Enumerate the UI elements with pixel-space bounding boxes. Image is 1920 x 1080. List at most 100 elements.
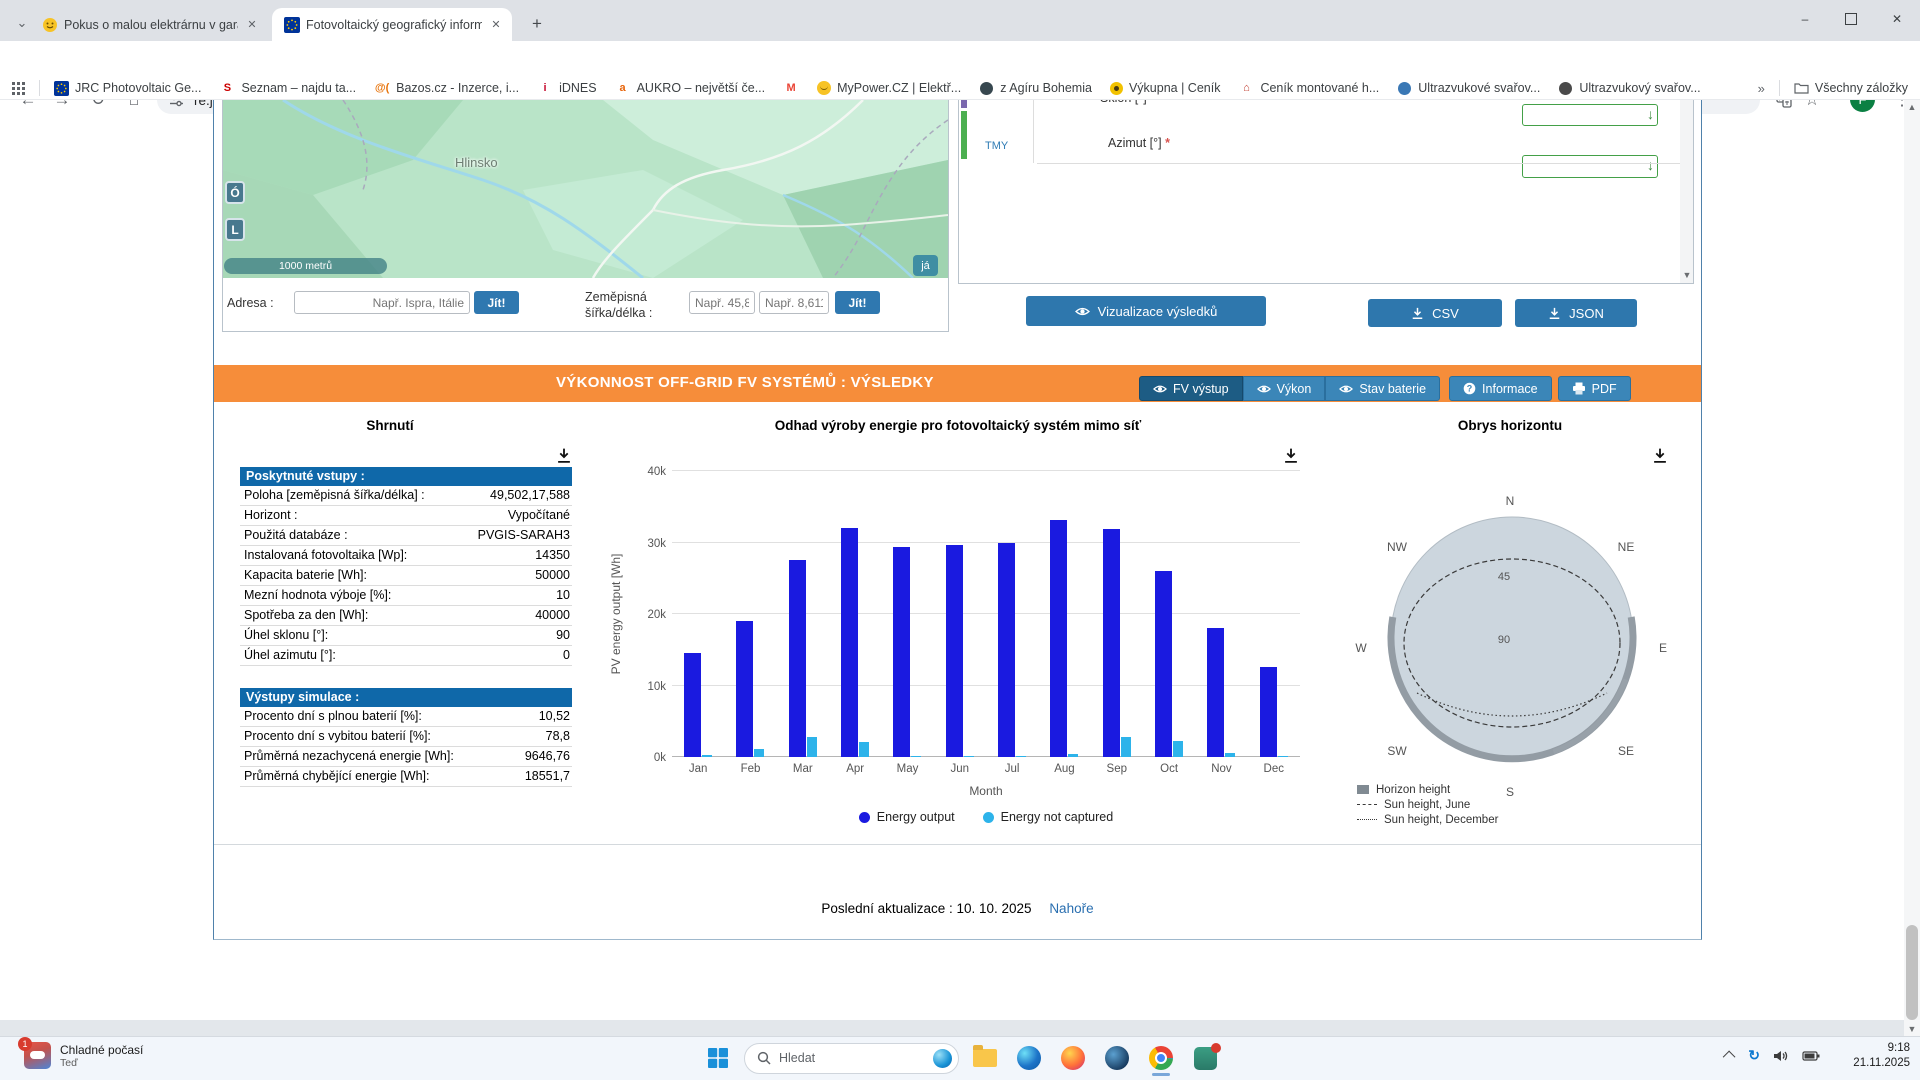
volume-icon[interactable]: [1773, 1049, 1789, 1063]
svg-text:?: ?: [1467, 384, 1473, 394]
chart-download-icon[interactable]: [1283, 447, 1299, 464]
divider: [1779, 80, 1780, 96]
scroll-up-icon[interactable]: ▲: [1904, 102, 1920, 112]
sync-icon[interactable]: ↻: [1748, 1047, 1760, 1064]
map-control-button-top[interactable]: Ó: [225, 181, 245, 204]
bookmark-item[interactable]: SSeznam – najdu ta...: [219, 80, 356, 96]
summary-value: 49,502,17,588: [490, 486, 570, 505]
summary-download-icon[interactable]: [556, 447, 572, 464]
form-scrollbar[interactable]: ▼: [1680, 100, 1693, 283]
summary-label: Průměrná chybějící energie [Wh]:: [244, 767, 430, 786]
tmy-label[interactable]: TMY: [985, 140, 1008, 152]
summary-value: Vypočítané: [508, 506, 570, 525]
visualize-results-button[interactable]: Vizualizace výsledků: [1026, 296, 1266, 326]
map[interactable]: [223, 100, 948, 278]
month-label: Mar: [777, 763, 829, 775]
latlon-label-line1: Zeměpisná: [585, 290, 647, 304]
address-input[interactable]: [294, 291, 470, 314]
scrollbar-thumb[interactable]: [1906, 925, 1918, 1020]
results-tab-pdf[interactable]: PDF: [1558, 376, 1631, 401]
form-divider-vertical: [1033, 100, 1034, 163]
slope-input[interactable]: ↓: [1522, 104, 1658, 126]
compass-label-e: E: [1659, 641, 1667, 655]
vertical-scrollbar[interactable]: ▲ ▼: [1904, 100, 1920, 1036]
all-bookmarks-button[interactable]: Všechny záložky: [1794, 81, 1908, 95]
scroll-down-icon[interactable]: ▼: [1904, 1024, 1920, 1034]
chrome-button[interactable]: [1143, 1040, 1179, 1076]
screen: { "browser": { "tabs": [ {"title": "Poku…: [0, 0, 1920, 1080]
results-tab-informace[interactable]: ?Informace: [1449, 376, 1552, 401]
results-title: VÝKONNOST OFF-GRID FV SYSTÉMŮ : VÝSLEDKY: [556, 374, 934, 391]
bookmark-item[interactable]: Ultrazvukový svařov...: [1558, 81, 1700, 95]
tab-close-icon[interactable]: ✕: [488, 17, 504, 33]
steam-button[interactable]: [1099, 1040, 1135, 1076]
csv-download-button[interactable]: CSV: [1368, 299, 1502, 327]
battery-icon[interactable]: [1802, 1050, 1820, 1062]
tab-inactive[interactable]: Pokus o malou elektrárnu v gara ✕: [30, 8, 268, 41]
maximize-button[interactable]: [1828, 0, 1874, 38]
bookmark-item[interactable]: Výkupna | Ceník: [1110, 81, 1221, 95]
sunflower-favicon: [1110, 82, 1123, 95]
month-label: May: [881, 763, 933, 775]
bookmark-item[interactable]: z Agíru Bohemia: [979, 81, 1092, 95]
clipped-field-label: Sklon [°] *: [1100, 100, 1320, 107]
edge-button[interactable]: [1011, 1040, 1047, 1076]
results-tab-fv-v-stup[interactable]: FV výstup: [1139, 376, 1243, 401]
energy-not-captured-bar: [1068, 754, 1078, 757]
taskbar-clock[interactable]: 9:18 21.11.2025: [1853, 1041, 1910, 1071]
bookmark-item[interactable]: aAUKRO – největší če...: [615, 80, 766, 96]
latitude-input[interactable]: [689, 291, 755, 314]
back-to-top-link[interactable]: Nahoře: [1049, 901, 1093, 916]
energy-output-bar: [1155, 571, 1172, 757]
bookmark-label: Bazos.cz - Inzerce, i...: [396, 81, 519, 95]
results-tab-label: Výkon: [1277, 382, 1312, 396]
close-button[interactable]: ✕: [1874, 0, 1920, 38]
month-bar-group: [1091, 471, 1143, 757]
energy-output-bar: [841, 528, 858, 757]
summary-row: Poloha [zeměpisná šířka/délka] :49,502,1…: [240, 486, 572, 506]
bookmark-item[interactable]: @(Bazos.cz - Inzerce, i...: [374, 80, 519, 96]
tab-close-icon[interactable]: ✕: [244, 17, 260, 33]
edge-icon: [1017, 1046, 1041, 1070]
file-explorer-button[interactable]: [967, 1040, 1003, 1076]
app-button-green[interactable]: [1187, 1040, 1223, 1076]
energy-not-captured-bar: [1225, 753, 1235, 757]
horizon-download-icon[interactable]: [1652, 447, 1668, 464]
bookmarks-overflow-icon[interactable]: »: [1758, 81, 1765, 96]
map-control-button-bottom[interactable]: L: [225, 218, 245, 241]
results-tab-v-kon[interactable]: Výkon: [1243, 376, 1326, 401]
apps-grid-icon[interactable]: [12, 82, 25, 95]
taskbar-tray: ↻: [1726, 1047, 1820, 1064]
longitude-input[interactable]: [759, 291, 829, 314]
search-placeholder: Hledat: [779, 1051, 925, 1065]
new-tab-button[interactable]: +: [524, 11, 550, 37]
summary-label: Horizont :: [244, 506, 298, 525]
azimuth-input[interactable]: ↓: [1522, 155, 1658, 178]
bookmark-item[interactable]: JRC Photovoltaic Ge...: [54, 81, 201, 96]
notification-dot: [1211, 1043, 1221, 1053]
minimize-button[interactable]: –: [1782, 0, 1828, 38]
horizon-legend-item: Horizon height: [1357, 782, 1498, 797]
search-highlights-icon[interactable]: [933, 1049, 952, 1068]
bookmark-item[interactable]: MyPower.CZ | Elektř...: [817, 81, 961, 95]
legend-sample-dashed: [1357, 804, 1377, 805]
results-tab-stav-baterie[interactable]: Stav baterie: [1325, 376, 1440, 401]
scroll-down-icon[interactable]: ▼: [1679, 270, 1695, 280]
bookmark-item[interactable]: ⌂Ceník montované h...: [1238, 80, 1379, 96]
taskbar-weather-widget[interactable]: 1 Chladné počasí Teď: [24, 1042, 143, 1069]
horizontal-scrollbar[interactable]: [0, 1020, 1904, 1036]
summary-value: 10,52: [539, 707, 570, 726]
firefox-button[interactable]: [1055, 1040, 1091, 1076]
address-go-button[interactable]: Jít!: [474, 291, 519, 314]
compass-label-w: W: [1355, 641, 1366, 655]
bookmark-label: iDNES: [559, 81, 597, 95]
tab-active[interactable]: Fotovoltaický geografický informa ✕: [272, 8, 512, 41]
bookmark-item[interactable]: M: [783, 80, 799, 96]
json-download-button[interactable]: JSON: [1515, 299, 1637, 327]
start-button[interactable]: [700, 1040, 736, 1076]
latlon-go-button[interactable]: Jít!: [835, 291, 880, 314]
map-locate-button[interactable]: já: [913, 255, 938, 276]
bookmark-item[interactable]: iiDNES: [537, 80, 597, 96]
bookmark-item[interactable]: Ultrazvukové svařov...: [1397, 81, 1540, 95]
taskbar-search-box[interactable]: Hledat: [744, 1043, 959, 1074]
